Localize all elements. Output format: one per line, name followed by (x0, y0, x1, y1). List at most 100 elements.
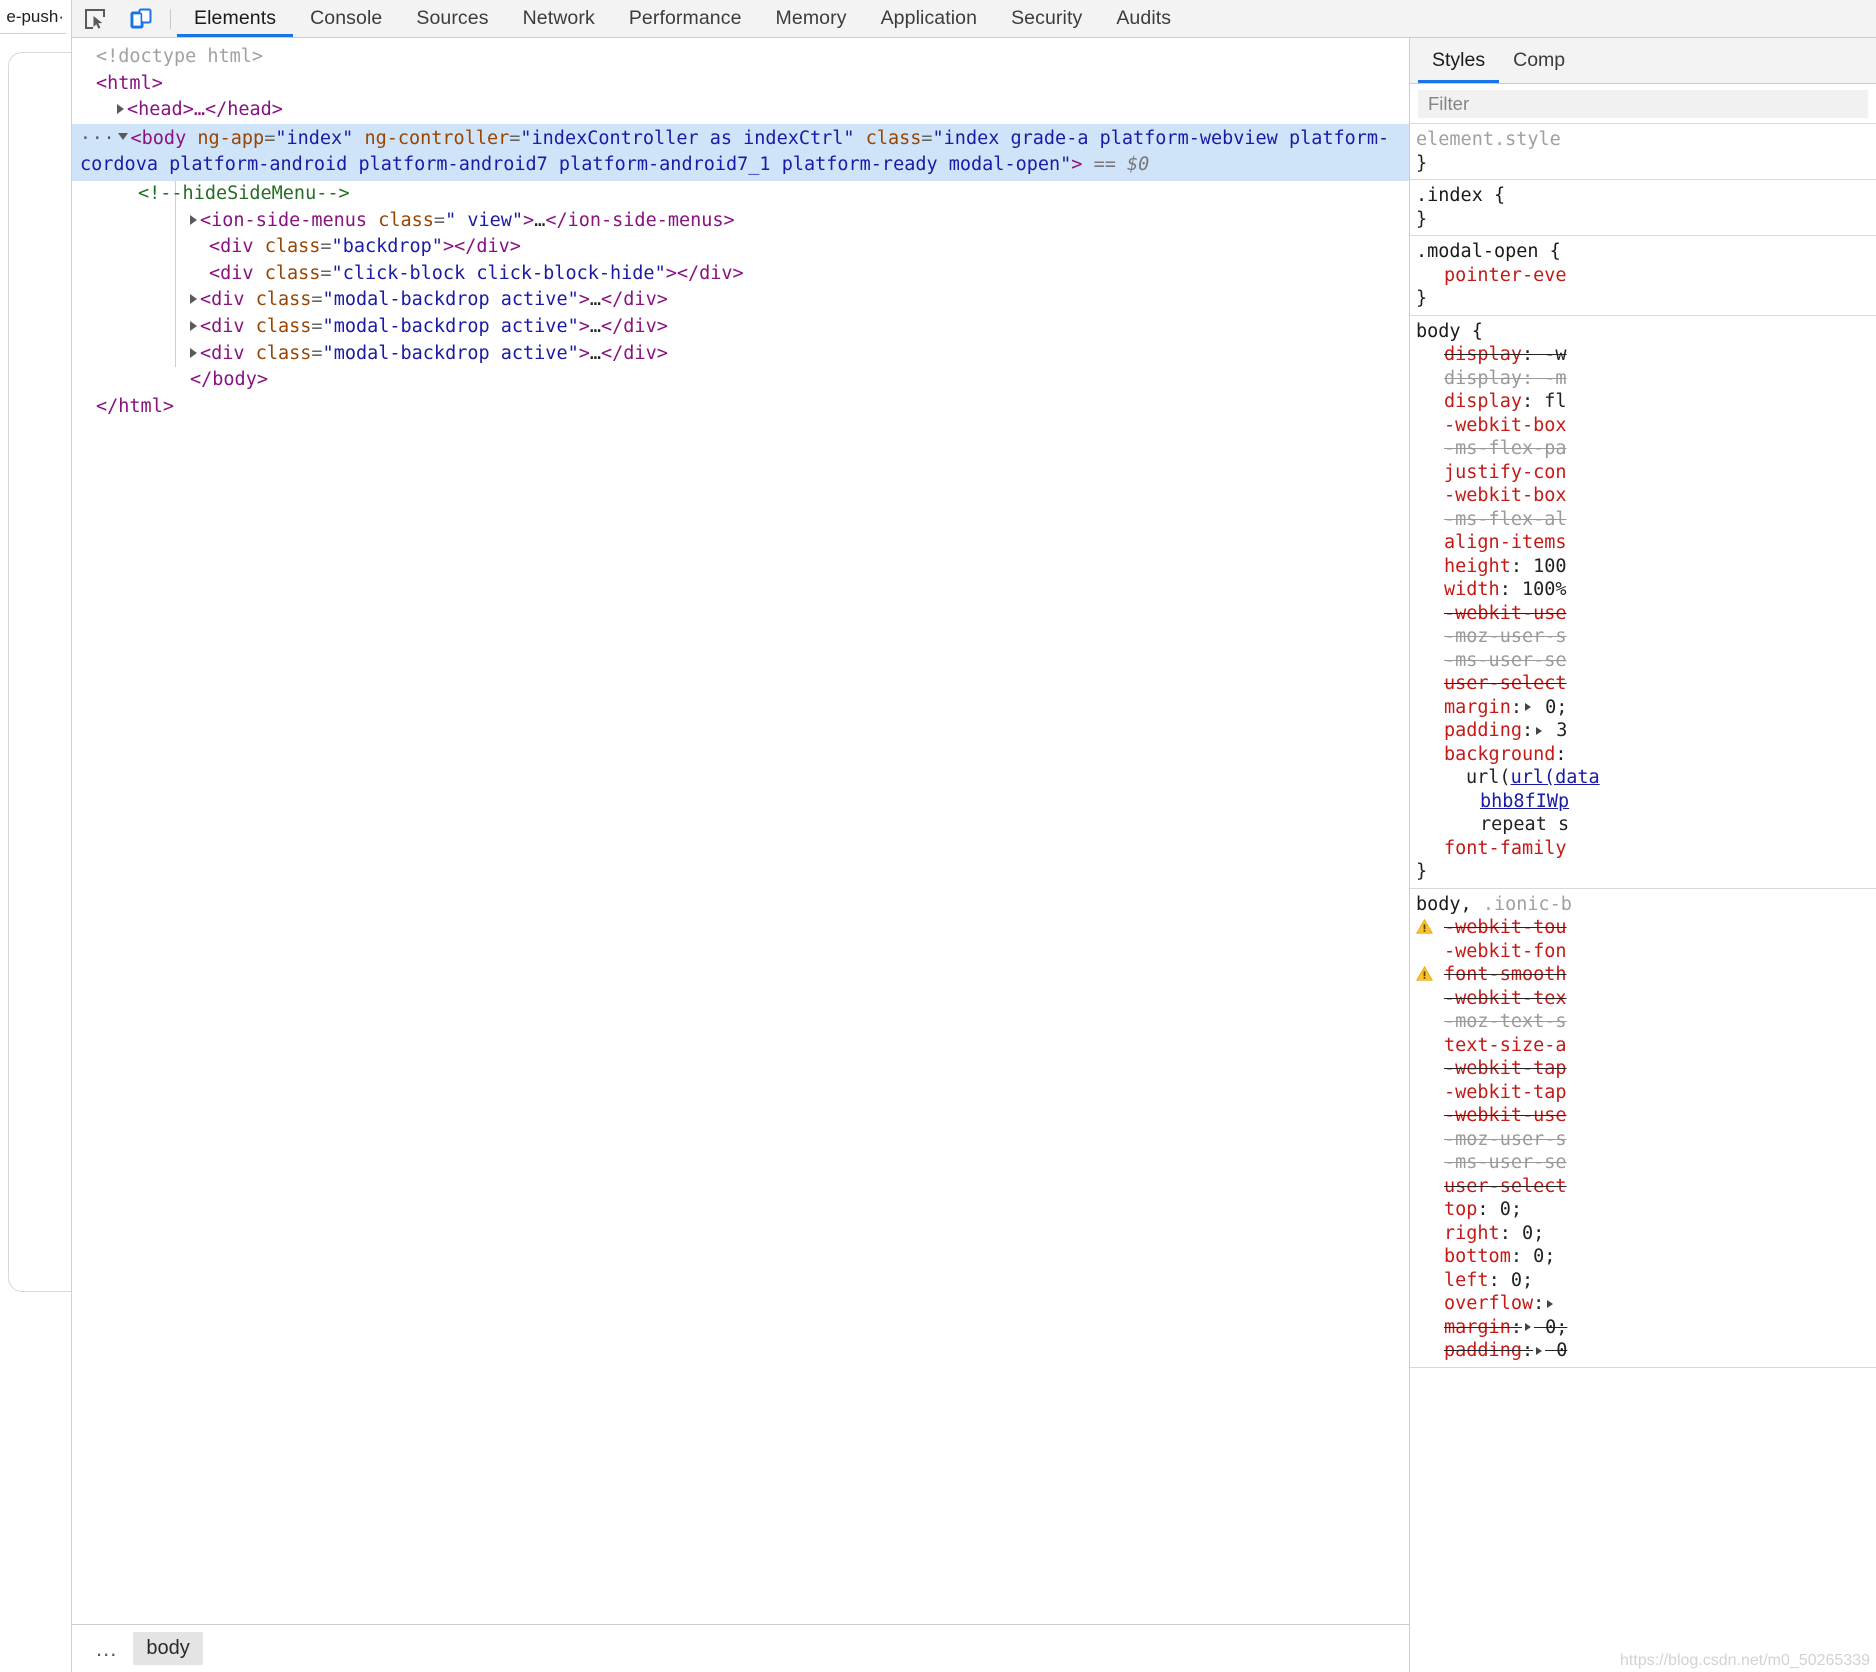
css-value-url-line-1[interactable]: url(url(data (1410, 766, 1876, 790)
dom-tree[interactable]: <!doctype html> <html> <head>…</head> ··… (72, 38, 1409, 1624)
dom-node-html-open[interactable]: <html> (72, 71, 1409, 98)
css-rule-index[interactable]: .index { } (1410, 180, 1876, 236)
css-rule-body[interactable]: body { display: -w display: -m display: … (1410, 316, 1876, 889)
css-declaration-top[interactable]: top: 0; (1410, 1198, 1876, 1222)
css-declaration-justify-content[interactable]: justify-con (1410, 461, 1876, 485)
css-declaration-background[interactable]: background: (1410, 743, 1876, 767)
css-rule-element-style[interactable]: element.style } (1410, 124, 1876, 180)
tab-elements-label: Elements (194, 7, 277, 29)
collapse-triangle-icon[interactable] (117, 132, 128, 145)
css-selector[interactable]: .modal-open { (1410, 240, 1876, 264)
css-declaration-font-family[interactable]: font-family (1410, 837, 1876, 861)
css-declaration-ms-user-select[interactable]: -ms-user-se (1410, 649, 1876, 673)
css-declaration-display-moz-box[interactable]: display: -m (1410, 367, 1876, 391)
tab-network[interactable]: Network (506, 0, 612, 37)
css-declaration-left[interactable]: left: 0; (1410, 1269, 1876, 1293)
attr-name-class: class (378, 209, 434, 231)
css-declaration-webkit-user-select-2[interactable]: -webkit-use (1410, 1104, 1876, 1128)
css-declaration-ms-flex-pack[interactable]: -ms-flex-pa (1410, 437, 1876, 461)
expand-triangle-icon[interactable] (190, 214, 197, 225)
css-declaration-padding-2[interactable]: padding: 0 (1410, 1339, 1876, 1363)
dom-node-modal-backdrop-1[interactable]: <div class="modal-backdrop active">…</di… (72, 287, 1409, 314)
css-declaration-height[interactable]: height: 100 (1410, 555, 1876, 579)
div-close: </div> (454, 236, 521, 258)
css-declaration-webkit-box-pack[interactable]: -webkit-box (1410, 414, 1876, 438)
css-declaration[interactable]: pointer-eve (1410, 264, 1876, 288)
breadcrumb-ellipsis[interactable]: ... (86, 1634, 127, 1664)
css-selector-text: body, (1416, 893, 1483, 915)
tab-application[interactable]: Application (864, 0, 995, 37)
expand-arrow-icon[interactable] (1524, 703, 1531, 711)
inspect-cursor-icon[interactable] (72, 0, 118, 37)
css-declaration-text-size-adjust[interactable]: text-size-a (1410, 1034, 1876, 1058)
css-declaration-webkit-text-size-adjust[interactable]: -webkit-tex (1410, 987, 1876, 1011)
tab-memory-label: Memory (775, 7, 847, 29)
tab-sources[interactable]: Sources (399, 0, 505, 37)
css-declaration-webkit-font-smoothing[interactable]: -webkit-fon (1410, 940, 1876, 964)
css-declaration-moz-text-size-adjust[interactable]: -moz-text-s (1410, 1010, 1876, 1034)
expand-triangle-icon[interactable] (190, 294, 197, 305)
css-selector[interactable]: element.style (1410, 128, 1876, 152)
css-selector[interactable]: body, .ionic-b (1410, 893, 1876, 917)
css-declaration-webkit-touch-callout[interactable]: -webkit-tou (1410, 916, 1876, 940)
css-declaration-ms-flex-align[interactable]: -ms-flex-al (1410, 508, 1876, 532)
css-declaration-moz-user-select[interactable]: -moz-user-s (1410, 625, 1876, 649)
css-declaration-align-items[interactable]: align-items (1410, 531, 1876, 555)
tab-styles[interactable]: Styles (1418, 38, 1500, 83)
styles-filter-input[interactable] (1418, 89, 1868, 118)
tab-security[interactable]: Security (994, 0, 1099, 37)
data-uri-link[interactable]: url(data (1511, 767, 1600, 788)
css-declaration-ms-user-select-2[interactable]: -ms-user-se (1410, 1151, 1876, 1175)
css-declaration-webkit-tap-highlight-2[interactable]: -webkit-tap (1410, 1081, 1876, 1105)
css-declaration-right[interactable]: right: 0; (1410, 1222, 1876, 1246)
expand-arrow-icon[interactable] (1524, 1323, 1531, 1331)
breadcrumb-item-body[interactable]: body (133, 1632, 203, 1665)
css-declaration-webkit-tap-highlight-1[interactable]: -webkit-tap (1410, 1057, 1876, 1081)
node-ellipsis-button[interactable]: ··· (80, 126, 116, 153)
expand-arrow-icon[interactable] (1536, 1346, 1543, 1355)
dom-node-body-selected[interactable]: ··· <body ng-app="index" ng-controller="i… (72, 123, 1409, 181)
css-declaration-margin-2[interactable]: margin: 0; (1410, 1316, 1876, 1340)
dom-node-ion-side-menus[interactable]: <ion-side-menus class=" view">…</ion-sid… (72, 208, 1409, 235)
css-declaration-webkit-user-select[interactable]: -webkit-use (1410, 602, 1876, 626)
dom-node-head[interactable]: <head>…</head> (72, 97, 1409, 124)
expand-triangle-icon[interactable] (190, 320, 197, 331)
css-declaration-width[interactable]: width: 100% (1410, 578, 1876, 602)
expand-triangle-icon[interactable] (190, 347, 197, 358)
css-declaration-margin[interactable]: margin: 0; (1410, 696, 1876, 720)
tab-audits[interactable]: Audits (1099, 0, 1188, 37)
css-declaration-display-flex[interactable]: display: fl (1410, 390, 1876, 414)
css-value: 0 (1545, 1340, 1568, 1361)
dom-node-backdrop[interactable]: <div class="backdrop"></div> (72, 234, 1409, 261)
expand-arrow-icon[interactable] (1536, 726, 1543, 735)
expand-arrow-icon[interactable] (1547, 1299, 1554, 1308)
dom-node-modal-backdrop-2[interactable]: <div class="modal-backdrop active">…</di… (72, 314, 1409, 341)
css-declaration-user-select[interactable]: user-select (1410, 672, 1876, 696)
css-selector-text: element.style (1416, 129, 1561, 150)
css-declaration-display-webkit-box[interactable]: display: -w (1410, 343, 1876, 367)
tab-memory[interactable]: Memory (759, 0, 864, 37)
expand-triangle-icon[interactable] (117, 104, 124, 115)
data-uri-link-cont[interactable]: bhb8fIWp (1480, 791, 1569, 812)
tab-performance[interactable]: Performance (612, 0, 759, 37)
css-declaration-padding[interactable]: padding: 3 (1410, 719, 1876, 743)
css-selector[interactable]: .index { (1410, 184, 1876, 208)
css-declaration-moz-user-select-2[interactable]: -moz-user-s (1410, 1128, 1876, 1152)
css-declaration-user-select-2[interactable]: user-select (1410, 1175, 1876, 1199)
css-declaration-overflow[interactable]: overflow: (1410, 1292, 1876, 1316)
css-rule-body-ionic[interactable]: body, .ionic-b -webkit-tou -webkit-fon f… (1410, 889, 1876, 1368)
tab-console[interactable]: Console (293, 0, 399, 37)
css-rule-modal-open[interactable]: .modal-open { pointer-eve } (1410, 236, 1876, 316)
dom-node-comment[interactable]: <!--hideSideMenu--> (72, 181, 1409, 208)
css-value-url-line-2[interactable]: bhb8fIWp (1410, 790, 1876, 814)
css-declaration-font-smoothing[interactable]: font-smooth (1410, 963, 1876, 987)
dom-node-click-block[interactable]: <div class="click-block click-block-hide… (72, 261, 1409, 288)
css-declaration-bottom[interactable]: bottom: 0; (1410, 1245, 1876, 1269)
tab-elements[interactable]: Elements (177, 0, 294, 37)
css-selector[interactable]: body { (1410, 320, 1876, 344)
styles-rules-list[interactable]: element.style } .index { } .modal-open {… (1410, 124, 1876, 1672)
dom-node-modal-backdrop-3[interactable]: <div class="modal-backdrop active">…</di… (72, 341, 1409, 368)
tab-computed[interactable]: Comp (1499, 38, 1579, 83)
device-toolbar-icon[interactable] (118, 0, 164, 37)
css-declaration-webkit-box-align[interactable]: -webkit-box (1410, 484, 1876, 508)
